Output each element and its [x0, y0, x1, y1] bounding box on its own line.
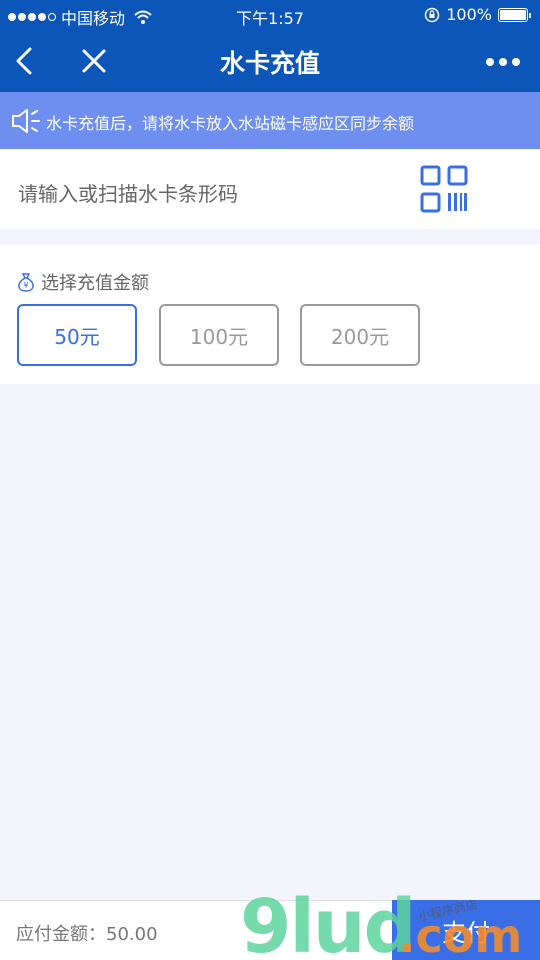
notice-bar: 水卡充值后，请将水卡放入水站磁卡感应区同步余额: [0, 92, 540, 149]
svg-text:¥: ¥: [23, 281, 28, 290]
amount-option-0[interactable]: 50元: [17, 304, 137, 366]
money-bag-icon: ¥: [18, 273, 34, 292]
battery-fill: [500, 9, 526, 20]
qr-scan-icon[interactable]: [420, 165, 468, 213]
more-dots-icon[interactable]: [486, 58, 520, 66]
pay-button[interactable]: 支付: [392, 900, 540, 960]
water-card-recharge-page: 中国移动 下午1:57 100% 水卡充值 水卡充值后，请将水卡放入水站磁卡感应…: [0, 0, 540, 960]
payment-footer: 应付金额：50.00 支付: [0, 900, 540, 960]
amount-label: 选择充值金额: [41, 273, 149, 294]
status-bar: 中国移动 下午1:57 100%: [0, 0, 540, 30]
nav-bar: 水卡充值: [0, 30, 540, 92]
status-right: 100%: [424, 5, 531, 24]
amount-label-row: ¥ 选择充值金额: [17, 269, 149, 295]
speaker-icon: [12, 109, 40, 133]
notice-text: 水卡充值后，请将水卡放入水站磁卡感应区同步余额: [46, 114, 415, 133]
orientation-lock-icon: [425, 7, 440, 22]
amount-option-1[interactable]: 100元: [159, 304, 279, 366]
battery-percent: 100%: [446, 5, 492, 24]
card-code-row: 请输入或扫描水卡条形码: [0, 149, 540, 229]
amount-due: 应付金额：50.00: [16, 924, 158, 945]
amount-option-2[interactable]: 200元: [300, 304, 420, 366]
page-title: 水卡充值: [219, 49, 320, 78]
card-code-input[interactable]: 请输入或扫描水卡条形码: [18, 178, 238, 207]
battery-icon: [498, 7, 531, 22]
amount-section: ¥ 选择充值金额 50元 100元 200元: [0, 245, 540, 384]
